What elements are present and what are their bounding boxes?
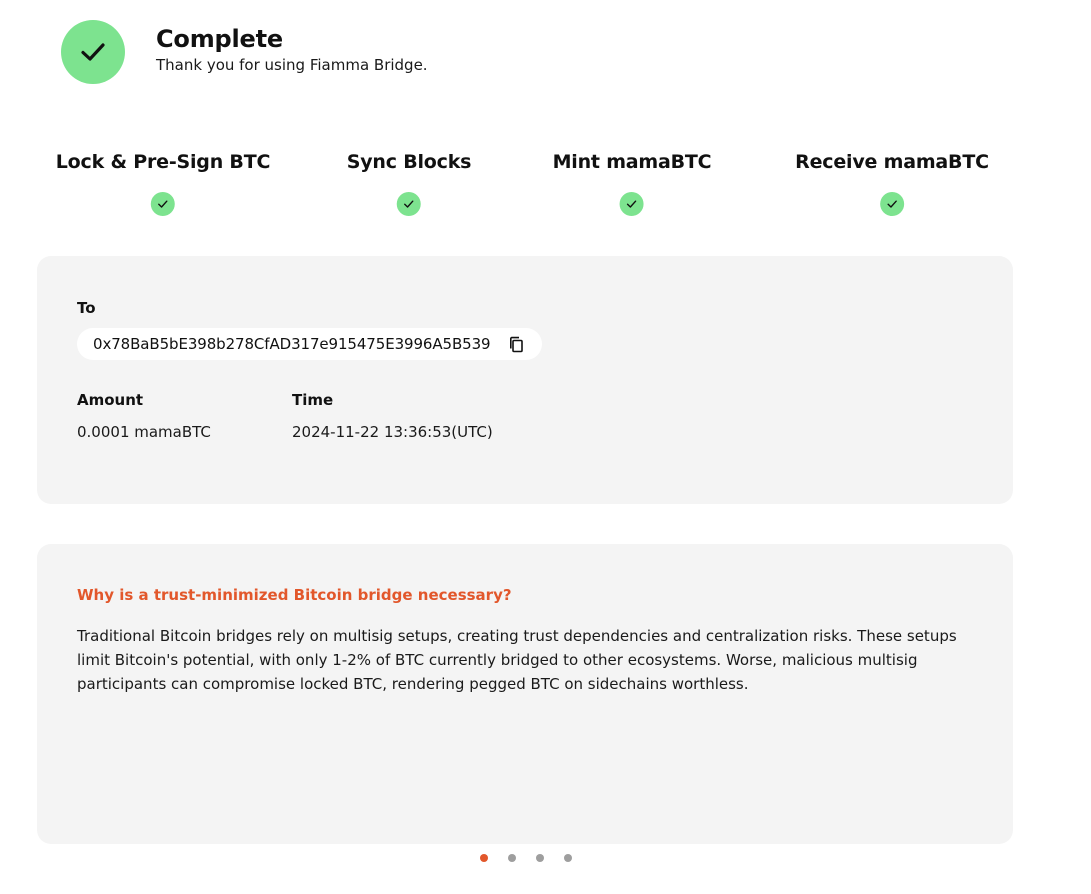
amount-label: Amount	[77, 391, 144, 409]
step-done-badge	[150, 192, 175, 216]
check-icon	[627, 200, 637, 208]
check-icon	[158, 200, 168, 208]
recipient-address: 0x78BaB5bE398b278CfAD317e915475E3996A5B5…	[93, 335, 491, 353]
step-done-badge	[879, 192, 904, 216]
step-lock-presign: Lock & Pre-Sign BTC	[56, 150, 270, 216]
transaction-details-card: To 0x78BaB5bE398b278CfAD317e915475E3996A…	[37, 256, 1013, 504]
carousel-dot-4[interactable]	[564, 854, 572, 862]
carousel-dot-2[interactable]	[508, 854, 516, 862]
step-label: Receive mamaBTC	[795, 151, 989, 173]
carousel-dot-3[interactable]	[536, 854, 544, 862]
recipient-address-field: 0x78BaB5bE398b278CfAD317e915475E3996A5B5…	[77, 328, 542, 360]
amount-value: 0.0001 mamaBTC	[77, 423, 211, 441]
check-icon	[887, 200, 897, 208]
faq-carousel-card: Why is a trust-minimized Bitcoin bridge …	[37, 544, 1013, 844]
step-mint: Mint mamaBTC	[553, 150, 712, 216]
step-label: Mint mamaBTC	[552, 151, 712, 173]
to-label: To	[77, 299, 96, 317]
page-title: Complete	[156, 25, 283, 53]
copy-icon[interactable]	[508, 336, 525, 353]
step-done-badge	[620, 192, 644, 216]
step-receive: Receive mamaBTC	[795, 150, 989, 216]
step-label: Sync Blocks	[346, 151, 472, 173]
header-text: Complete Thank you for using Fiamma Brid…	[156, 25, 428, 75]
faq-answer: Traditional Bitcoin bridges rely on mult…	[77, 627, 957, 693]
page-subtitle: Thank you for using Fiamma Bridge.	[156, 56, 428, 74]
faq-question: Why is a trust-minimized Bitcoin bridge …	[77, 586, 512, 604]
carousel-dot-1[interactable]	[480, 854, 488, 862]
step-label: Lock & Pre-Sign BTC	[55, 151, 271, 173]
step-done-badge	[397, 192, 421, 216]
time-value: 2024-11-22 13:36:53(UTC)	[292, 423, 493, 441]
time-label: Time	[292, 391, 334, 409]
completion-header: Complete Thank you for using Fiamma Brid…	[61, 20, 428, 84]
step-sync-blocks: Sync Blocks	[346, 150, 472, 216]
check-icon	[404, 200, 414, 208]
complete-status-badge	[61, 20, 125, 84]
check-icon	[81, 43, 105, 61]
carousel-pagination	[480, 854, 572, 862]
